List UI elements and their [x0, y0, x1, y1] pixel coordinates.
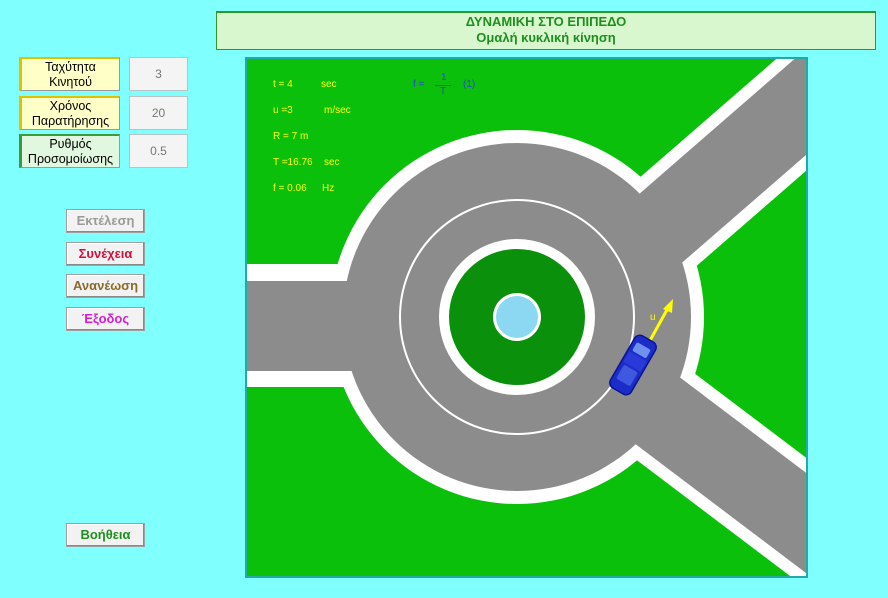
- exit-button[interactable]: Έξοδος: [66, 307, 145, 331]
- frequency-readout: f = 0.06: [273, 183, 307, 194]
- title-panel: ΔΥΝΑΜΙΚΗ ΣΤΟ ΕΠΙΠΕΔΟ Ομαλή κυκλική κίνησ…: [216, 11, 876, 50]
- roundabout-scene: [247, 59, 806, 576]
- formula-prefix: f =: [413, 79, 425, 90]
- observation-time-label: Χρόνος Παρατήρησης: [19, 96, 120, 130]
- frequency-unit: Hz: [322, 183, 335, 194]
- time-readout: t = 4: [273, 79, 293, 90]
- time-unit: sec: [321, 79, 337, 90]
- fountain-water: [496, 296, 538, 338]
- speed-field[interactable]: 3: [129, 57, 188, 91]
- velocity-readout: u =3: [273, 105, 293, 116]
- refresh-button[interactable]: Ανανέωση: [66, 274, 145, 298]
- simulation-rate-field[interactable]: 0.5: [129, 134, 188, 168]
- observation-time-field[interactable]: 20: [129, 96, 188, 130]
- observation-time-label-line2: Παρατήρησης: [31, 113, 110, 128]
- period-unit: sec: [324, 157, 340, 168]
- help-button[interactable]: Βοήθεια: [66, 523, 145, 547]
- period-readout: T =16.76: [273, 157, 313, 168]
- simulation-rate-label-line1: Ρυθμός: [49, 136, 92, 151]
- speed-label-line1: Ταχύτητα: [45, 59, 96, 74]
- observation-time-label-line1: Χρόνος: [49, 98, 92, 113]
- simulation-rate-label-line2: Προσομοίωσης: [27, 151, 114, 166]
- formula-numerator: 1: [441, 72, 447, 83]
- velocity-unit: m/sec: [324, 105, 351, 116]
- velocity-arrow-label: u: [650, 312, 656, 323]
- radius-readout: R = 7 m: [273, 131, 309, 142]
- simulation-rate-label: Ρυθμός Προσομοίωσης: [19, 134, 120, 168]
- run-button[interactable]: Εκτέλεση: [66, 209, 145, 233]
- speed-label-line2: Κινητού: [49, 74, 92, 89]
- page-title: ΔΥΝΑΜΙΚΗ ΣΤΟ ΕΠΙΠΕΔΟ: [465, 14, 627, 29]
- formula-denominator: T: [440, 86, 447, 97]
- simulation-canvas: t = 4 sec u =3 m/sec R = 7 m T =16.76 se…: [245, 57, 808, 578]
- speed-label: Ταχύτητα Κινητού: [19, 57, 120, 91]
- continue-button[interactable]: Συνέχεια: [66, 242, 145, 266]
- page-subtitle: Ομαλή κυκλική κίνηση: [476, 30, 616, 45]
- formula-reference: (1): [463, 79, 476, 90]
